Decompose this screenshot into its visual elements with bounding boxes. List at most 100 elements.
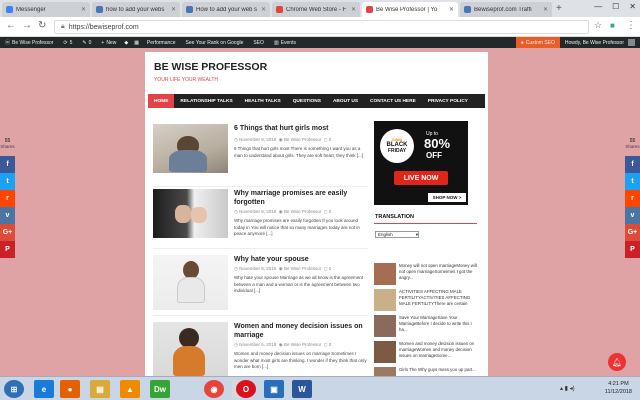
live-now-badge: LIVE NOW — [394, 171, 448, 185]
chrome-icon[interactable]: ◉ — [204, 380, 224, 398]
menu-about-us[interactable]: ABOUT US — [327, 94, 364, 108]
post-thumbnail[interactable] — [153, 255, 228, 310]
tab-messenger[interactable]: Messenger ✕ — [2, 2, 90, 17]
back-icon[interactable]: ← — [6, 20, 16, 31]
menu-health-talks[interactable]: HEALTH TALKS — [239, 94, 287, 108]
post-thumbnail[interactable] — [153, 189, 228, 238]
menu-questions[interactable]: QUESTIONS — [287, 94, 327, 108]
list-item[interactable]: Money will not open marriageMoney will n… — [374, 263, 478, 285]
list-item[interactable]: Women and money decision issues on marri… — [374, 341, 478, 363]
post-thumbnail[interactable] — [153, 124, 228, 173]
list-item[interactable]: ACTIVITIES AFFECTING MALE FERTILITYACTIV… — [374, 289, 478, 311]
menu-contact-us[interactable]: CONTACT US HERE — [364, 94, 422, 108]
screen-icon[interactable]: ▣ — [264, 380, 284, 398]
close-icon[interactable]: ✕ — [351, 6, 356, 13]
reload-icon[interactable]: ↻ — [38, 20, 46, 31]
minimize-icon[interactable]: — — [594, 2, 602, 11]
post-title[interactable]: Why marriage promises are easily forgott… — [234, 189, 368, 207]
admin-site-name[interactable]: ⓦ Be Wise Professor — [0, 37, 58, 48]
new-tab-icon[interactable]: + — [556, 3, 562, 14]
close-icon[interactable]: ✕ — [81, 6, 86, 13]
menu-privacy-policy[interactable]: PRIVACY POLICY — [422, 94, 474, 108]
comment-icon: ✎ — [82, 39, 87, 46]
facebook-share-button-right[interactable]: f — [625, 156, 640, 173]
close-icon[interactable]: ✕ — [449, 6, 454, 13]
post-title[interactable]: 6 Things that hurt girls most — [234, 124, 368, 133]
admin-custom-seo[interactable]: ● Custom SEO — [515, 37, 560, 48]
list-item[interactable]: Save Your MarriageSave Your MarriageBefo… — [374, 315, 478, 337]
admin-performance[interactable]: Performance — [142, 37, 181, 48]
admin-howdy[interactable]: Howdy, Be Wise Professor — [560, 37, 640, 48]
tab-chrome-web-store[interactable]: Chrome Web Store - F ✕ — [272, 2, 360, 17]
reddit-share-button-right[interactable]: r — [625, 190, 640, 207]
post-title[interactable]: Women and money decision issues on marri… — [234, 322, 368, 340]
word-icon[interactable]: W — [292, 380, 312, 398]
address-bar[interactable]: 🔒︎ https://bewiseprof.com — [54, 20, 589, 34]
google-share-button-right[interactable]: G+ — [625, 224, 640, 241]
chevron-down-icon: ▾ — [415, 231, 418, 237]
plus-icon: + — [101, 39, 105, 46]
item-thumbnail — [374, 289, 396, 311]
menu-home[interactable]: HOME — [148, 94, 175, 108]
close-icon[interactable]: ✕ — [543, 6, 548, 13]
vlc-icon[interactable]: ▲ — [120, 380, 140, 398]
system-clock[interactable]: 4:21 PM 11/12/2018 — [605, 381, 632, 396]
tab-traffic[interactable]: Bewiseprof.com Traffi ✕ — [460, 2, 552, 17]
browser-tab-bar: Messenger ✕ how to add your webs ✕ How t… — [0, 0, 640, 17]
clock-icon: ◷ — [234, 342, 238, 347]
forward-icon[interactable]: → — [22, 20, 32, 31]
post-excerpt: Why hate your spouse Marriage as we all … — [234, 275, 364, 294]
admin-see-rank[interactable]: See Your Rank on Google — [181, 37, 249, 48]
admin-new[interactable]: + New — [96, 37, 121, 48]
tray-icons[interactable]: ▴ ▮ ◂) — [560, 385, 575, 392]
admin-bar-right: ● Custom SEO Howdy, Be Wise Professor — [515, 37, 640, 48]
twitter-share-button[interactable]: t — [0, 173, 15, 190]
opera-icon[interactable]: O — [236, 380, 256, 398]
admin-blank-1[interactable]: ◆ — [121, 37, 131, 48]
tab-how-to-add-2[interactable]: How to add your web s ✕ — [182, 2, 270, 17]
explorer-icon[interactable]: ▤ — [90, 380, 110, 398]
address-url: https://bewiseprof.com — [68, 23, 139, 31]
user-icon: ◉ — [277, 266, 283, 271]
pinterest-share-button-right[interactable]: P — [625, 241, 640, 258]
notification-bell-icon[interactable]: 🔔︎ — [608, 353, 626, 371]
calendar-icon: ▥ — [273, 39, 279, 46]
dreamweaver-icon[interactable]: Dw — [150, 380, 170, 398]
close-icon[interactable]: ✕ — [261, 6, 266, 13]
pinterest-share-button[interactable]: P — [0, 241, 15, 258]
admin-updates[interactable]: ⟳ 5 — [58, 37, 77, 48]
admin-blank-2[interactable]: ▦ — [131, 37, 142, 48]
language-select[interactable]: English ▾ — [375, 231, 419, 238]
post-title[interactable]: Why hate your spouse — [234, 255, 368, 264]
post-excerpt: 6 Things that hurt girls most There is s… — [234, 146, 363, 158]
admin-events[interactable]: ▥ Events — [269, 37, 301, 48]
comment-icon: ◻ — [322, 209, 328, 214]
vk-share-button[interactable]: v — [0, 207, 15, 224]
tab-be-wise-professor[interactable]: Be Wise Professor | Yo ✕ — [362, 2, 458, 17]
admin-seo[interactable]: SEO — [248, 37, 269, 48]
firefox-icon[interactable]: ● — [60, 380, 80, 398]
menu-relationship-talks[interactable]: RELATIONSHIP TALKS — [174, 94, 238, 108]
extension-icon[interactable]: ■ — [610, 21, 615, 30]
comment-icon: ◻ — [322, 266, 328, 271]
post-thumbnail[interactable] — [153, 322, 228, 376]
window-close-icon[interactable]: ✕ — [629, 2, 636, 11]
google-share-button[interactable]: G+ — [0, 224, 15, 241]
tab-how-to-add-1[interactable]: how to add your webs ✕ — [92, 2, 180, 17]
close-icon[interactable]: ✕ — [171, 6, 176, 13]
site-title[interactable]: BE WISE PROFESSOR — [154, 61, 267, 73]
maximize-icon[interactable]: ☐ — [612, 2, 619, 11]
list-item[interactable]: Girls The Why guys mess you up part... — [374, 367, 478, 376]
start-icon[interactable]: ⊞ — [4, 380, 24, 398]
facebook-share-button[interactable]: f — [0, 156, 15, 173]
twitter-share-button-right[interactable]: t — [625, 173, 640, 190]
menu-icon[interactable]: ⋮ — [626, 20, 636, 31]
star-icon[interactable]: ☆ — [594, 20, 602, 31]
admin-comments[interactable]: ✎ 0 — [77, 37, 96, 48]
promo-banner[interactable]: JUMIA BLACK FRIDAY Up to 80% OFF LIVE NO… — [374, 121, 468, 205]
shop-now-button[interactable]: SHOP NOW > — [428, 193, 466, 202]
post-meta: ◷ November 9, 2018 ◉ Be Wise Professor ◻… — [234, 137, 332, 142]
ie-icon[interactable]: e — [34, 380, 54, 398]
reddit-share-button[interactable]: r — [0, 190, 15, 207]
vk-share-button-right[interactable]: v — [625, 207, 640, 224]
